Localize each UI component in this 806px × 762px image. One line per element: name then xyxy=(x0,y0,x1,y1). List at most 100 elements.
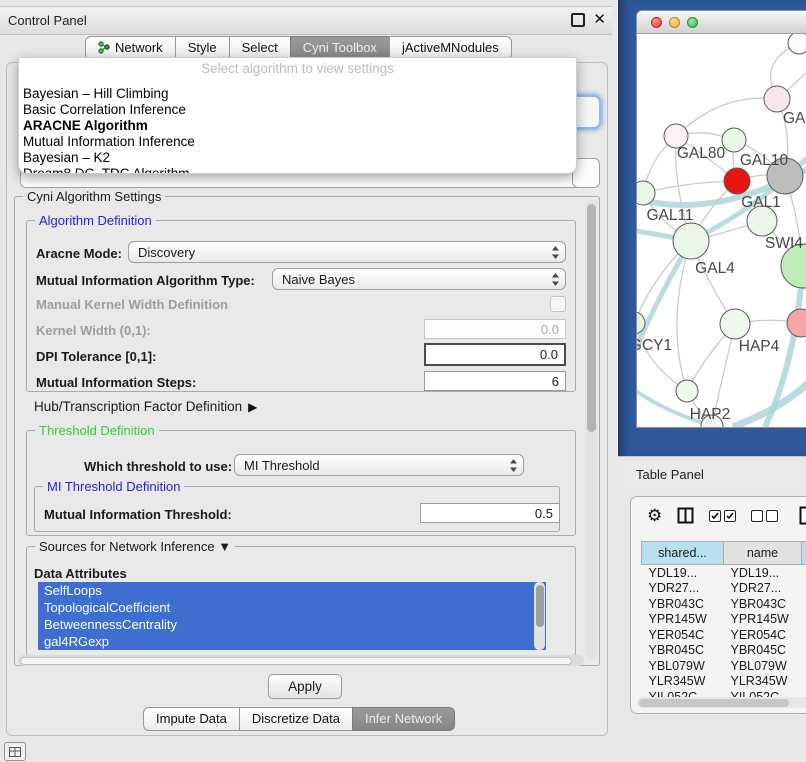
network-node[interactable] xyxy=(764,86,790,112)
attributes-scrollbar[interactable] xyxy=(534,582,545,650)
table-cell[interactable] xyxy=(802,658,806,674)
combo-value: Naive Bayes xyxy=(282,272,355,287)
table-cell[interactable]: 9. xyxy=(802,612,806,628)
algorithm-option[interactable]: Mutual Information Inference xyxy=(19,134,576,150)
table-cell[interactable]: YBR045C xyxy=(642,643,724,659)
table-cell[interactable]: YER054C xyxy=(724,627,802,643)
apply-label: Apply xyxy=(288,679,322,694)
table-row[interactable]: YDR27...YDR27...12 xyxy=(642,581,806,597)
dropdown-placeholder: Select algorithm to view settings xyxy=(19,58,576,76)
table-cell[interactable]: YPR145W xyxy=(724,612,802,628)
algorithm-option[interactable]: Bayesian – K2 xyxy=(19,150,576,166)
node-label: GCY1 xyxy=(637,337,672,354)
attribute-item[interactable]: gal4RGexp xyxy=(38,633,546,650)
column-header-name[interactable]: name xyxy=(724,542,802,565)
algorithm-option[interactable]: Dream8 DC_TDC Algorithm xyxy=(19,166,576,174)
table-cell[interactable]: YLR345W xyxy=(724,674,802,690)
network-node[interactable] xyxy=(722,128,746,152)
algorithm-dropdown-popup: Select algorithm to view settings Bayesi… xyxy=(18,57,577,174)
dpi-tolerance-field[interactable]: 0.0 xyxy=(424,343,566,366)
zoom-traffic-light-icon[interactable] xyxy=(687,17,698,28)
table-cell[interactable]: YER054C xyxy=(642,627,724,643)
manual-kernel-label: Manual Kernel Width Definition xyxy=(36,297,228,312)
network-node[interactable] xyxy=(724,168,750,194)
network-edge[interactable] xyxy=(643,181,737,193)
mi-threshold-field[interactable]: 0.5 xyxy=(420,503,560,523)
mi-type-combo[interactable]: Naive Bayes xyxy=(272,268,566,290)
select-all-icon[interactable] xyxy=(709,510,736,522)
network-canvas[interactable]: GALGAL80GAL10GAL1GAL11SWI4GAL4HAP4YGCY1H… xyxy=(637,34,806,427)
table-row[interactable]: YBR045CYBR045C9. xyxy=(642,643,806,659)
table-cell[interactable]: 13 xyxy=(802,565,806,581)
attribute-item[interactable]: BetweennessCentrality xyxy=(38,616,546,633)
mi-type-label: Mutual Information Algorithm Type: xyxy=(36,273,255,288)
table-cell[interactable]: YLR345W xyxy=(642,674,724,690)
combo-arrows-icon xyxy=(551,245,560,260)
network-node[interactable] xyxy=(676,380,698,402)
table-row[interactable]: YER054CYER054C8. xyxy=(642,627,806,643)
table-row[interactable]: YPR145WYPR145W9. xyxy=(642,612,806,628)
algorithm-option[interactable]: Bayesian – Hill Climbing xyxy=(19,86,576,102)
tab-discretize-data[interactable]: Discretize Data xyxy=(239,707,353,731)
deselect-all-icon[interactable] xyxy=(751,510,778,522)
table-row[interactable]: YBL079WYBL079W xyxy=(642,658,806,674)
float-icon[interactable] xyxy=(571,13,585,27)
aracne-mode-combo[interactable]: Discovery xyxy=(128,241,566,263)
table-cell[interactable]: YBR043C xyxy=(724,596,802,612)
table-row[interactable]: YDL19...YDL19...13 xyxy=(642,565,806,581)
gear-icon[interactable]: ⚙ xyxy=(647,507,662,524)
which-threshold-combo[interactable]: MI Threshold xyxy=(234,454,524,476)
split-columns-icon[interactable] xyxy=(677,507,694,524)
table-cell[interactable]: 9. xyxy=(802,674,806,690)
attribute-item[interactable]: TopologicalCoefficient xyxy=(38,599,546,616)
table-horizontal-scrollbar[interactable] xyxy=(637,697,806,708)
table-cell[interactable]: YBR043C xyxy=(642,596,724,612)
new-table-icon[interactable] xyxy=(799,506,806,525)
table-cell[interactable]: 12 xyxy=(802,581,806,597)
close-traffic-light-icon[interactable] xyxy=(651,17,662,28)
minimize-traffic-light-icon[interactable] xyxy=(669,17,680,28)
kernel-width-field[interactable]: 0.0 xyxy=(424,319,566,339)
algorithm-option[interactable]: Basic Correlation Inference xyxy=(19,102,576,118)
table-cell[interactable]: YDL19... xyxy=(724,565,802,581)
hub-definition-toggle[interactable]: Hub/Transcription Factor Definition▶ xyxy=(34,399,257,414)
dpi-tolerance-label: DPI Tolerance [0,1]: xyxy=(36,349,156,364)
collapsed-panel-icon[interactable] xyxy=(4,742,26,761)
network-node[interactable] xyxy=(787,309,806,337)
settings-horizontal-scrollbar[interactable] xyxy=(18,655,584,666)
table-cell[interactable]: YBL079W xyxy=(724,658,802,674)
close-icon[interactable]: ✕ xyxy=(593,13,606,27)
data-attributes-list[interactable]: SelfLoopsTopologicalCoefficientBetweenne… xyxy=(38,582,546,650)
algorithm-option[interactable]: ARACNE Algorithm xyxy=(19,118,576,134)
mi-threshold-label: Mutual Information Threshold: xyxy=(44,507,232,522)
network-node[interactable] xyxy=(788,34,806,54)
table-cell[interactable]: YBR045C xyxy=(724,643,802,659)
table-cell[interactable]: YDL19... xyxy=(642,565,724,581)
network-node[interactable] xyxy=(673,223,709,259)
settings-vertical-scrollbar[interactable] xyxy=(585,200,597,660)
table-body: YDL19...YDL19...13YDR27...YDR27...12YBR0… xyxy=(642,565,806,705)
node-label: HAP2 xyxy=(690,406,731,423)
tab-infer-network[interactable]: Infer Network xyxy=(352,707,455,731)
table-cell[interactable]: YDR27... xyxy=(642,581,724,597)
table-cell[interactable]: 8. xyxy=(802,627,806,643)
table-toolbar: ⚙ xyxy=(647,506,806,525)
mi-steps-field[interactable]: 6 xyxy=(424,371,566,391)
collapse-arrow-icon[interactable]: ▼ xyxy=(218,539,231,554)
table-row[interactable]: YBR043CYBR043C xyxy=(642,596,806,612)
table-row[interactable]: YLR345WYLR345W9. xyxy=(642,674,806,690)
table-cell[interactable]: YPR145W xyxy=(642,612,724,628)
network-node[interactable] xyxy=(720,309,750,339)
which-threshold-label: Which threshold to use: xyxy=(84,459,232,474)
column-header-shared[interactable]: shared... xyxy=(642,542,724,565)
table-cell[interactable] xyxy=(802,596,806,612)
table-cell[interactable]: YBL079W xyxy=(642,658,724,674)
attribute-item[interactable]: SelfLoops xyxy=(38,582,546,599)
apply-button[interactable]: Apply xyxy=(268,674,342,699)
table-cell[interactable]: 9. xyxy=(802,643,806,659)
manual-kernel-checkbox[interactable] xyxy=(550,296,566,312)
table-cell[interactable]: YDR27... xyxy=(724,581,802,597)
tab-impute-data[interactable]: Impute Data xyxy=(143,707,240,731)
network-window-titlebar[interactable] xyxy=(637,11,806,34)
column-header-extra[interactable] xyxy=(802,542,806,565)
